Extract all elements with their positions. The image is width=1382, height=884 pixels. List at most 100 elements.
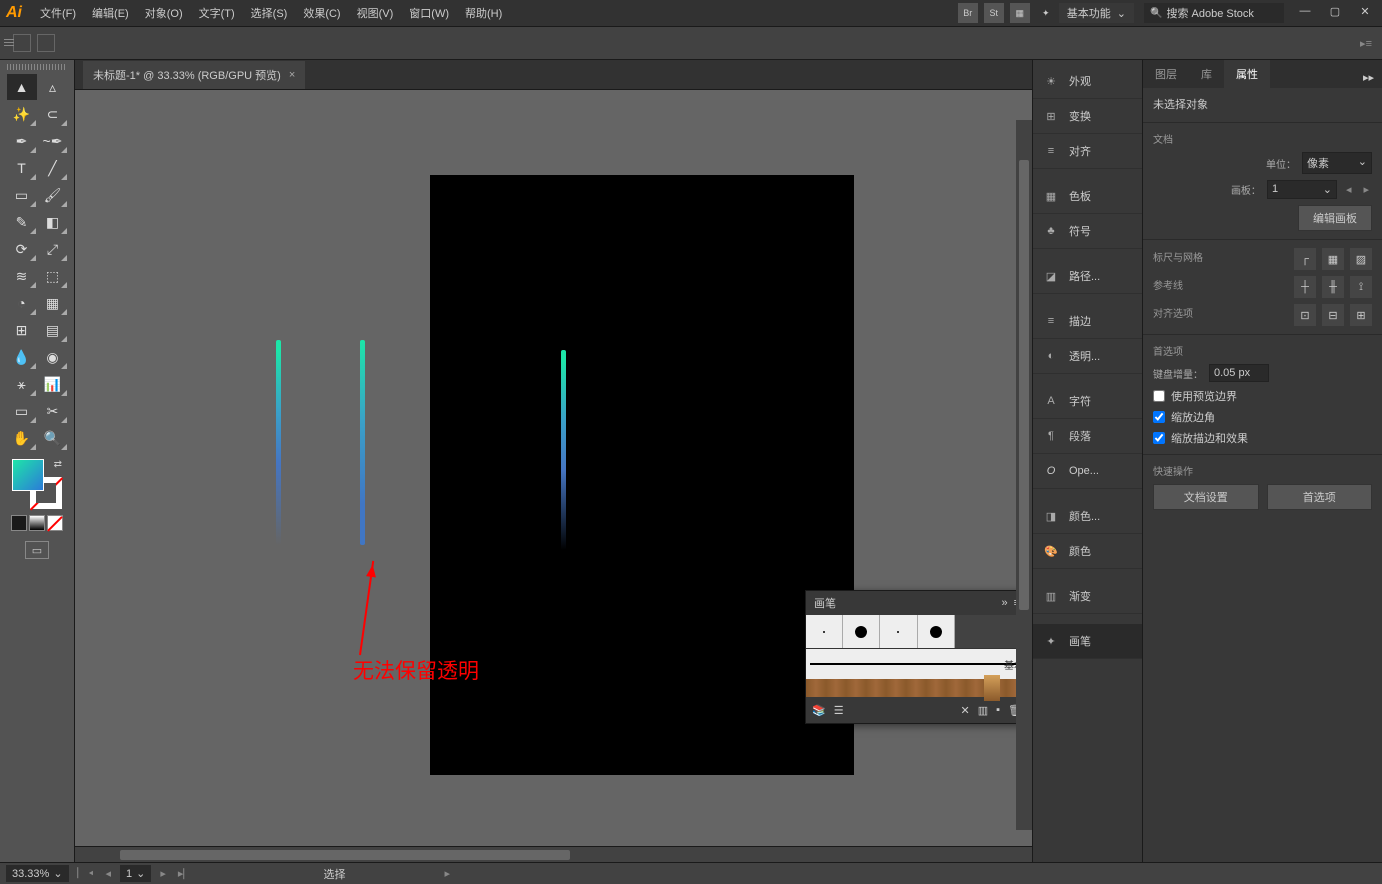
slice-tool[interactable]: ✂ [38,398,68,424]
status-play-icon[interactable]: ▸ [441,867,453,880]
brush-tip-2[interactable] [843,615,880,648]
brushes-panel[interactable]: 画笔 » ≡ 基本 📚 [805,590,1029,724]
close-button[interactable]: ✕ [1354,5,1376,21]
dock-colorguide[interactable]: ◨颜色... [1033,499,1142,534]
vertical-scrollbar[interactable] [1016,120,1032,830]
selection-tool[interactable]: ▲ [7,74,37,100]
collapse-panels-icon[interactable]: ▸▸ [1355,67,1382,88]
artboard-prev-icon[interactable]: ◂ [1343,183,1355,196]
eyedropper-tool[interactable]: 💧 [7,344,37,370]
free-transform-tool[interactable]: ⬚ [38,263,68,289]
screen-mode-button[interactable]: ▭ [25,541,49,559]
paintbrush-tool[interactable]: 🖌 [38,182,68,208]
width-tool[interactable]: ≋ [7,263,37,289]
shape-builder-tool[interactable]: ◔ [7,290,37,316]
menu-type[interactable]: 文字(T) [193,1,241,25]
panel-expand-icon[interactable]: » [1001,597,1007,609]
dock-gradient[interactable]: ▥渐变 [1033,579,1142,614]
menu-effect[interactable]: 效果(C) [297,1,346,25]
workspace-switcher[interactable]: 基本功能 [1059,3,1134,23]
scale-tool[interactable]: ⤢ [38,236,68,262]
line-tool[interactable]: ╱ [38,155,68,181]
brush-tip-3[interactable] [880,615,917,648]
drag-handle-icon[interactable] [4,39,14,47]
brush-tip-1[interactable] [806,615,843,648]
horizontal-scrollbar[interactable] [75,846,1032,862]
rectangle-tool[interactable]: ▭ [7,182,37,208]
direct-selection-tool[interactable]: ▵ [38,74,68,100]
menu-edit[interactable]: 编辑(E) [86,1,135,25]
dock-align[interactable]: ≡对齐 [1033,134,1142,169]
hand-tool[interactable]: ✋ [7,425,37,451]
perspective-tool[interactable]: ▦ [38,290,68,316]
dock-transparency[interactable]: ◐透明... [1033,339,1142,374]
document-tab[interactable]: 未标题-1* @ 33.33% (RGB/GPU 预览) × [83,61,305,89]
dock-brushes[interactable]: ✦画笔 [1033,624,1142,659]
menu-help[interactable]: 帮助(H) [459,1,508,25]
menu-select[interactable]: 选择(S) [245,1,294,25]
minimize-button[interactable]: — [1294,5,1316,21]
artboard-select[interactable]: 1 [1267,180,1337,199]
show-guides-icon[interactable]: ┼ [1294,276,1316,298]
ruler-icon[interactable]: ┌ [1294,248,1316,270]
remove-stroke-icon[interactable]: ✕ [961,704,970,717]
blend-tool[interactable]: ◉ [38,344,68,370]
dock-opentype[interactable]: OOpe... [1033,454,1142,489]
arrange-icon[interactable]: ▦ [1010,3,1030,23]
edit-artboards-button[interactable]: 编辑画板 [1298,205,1372,231]
mesh-tool[interactable]: ⊞ [7,317,37,343]
rotate-tool[interactable]: ⟳ [7,236,37,262]
snap-pixel-icon[interactable]: ⊡ [1294,304,1316,326]
grid-icon[interactable]: ▦ [1322,248,1344,270]
dock-symbols[interactable]: ♣符号 [1033,214,1142,249]
stock-icon[interactable]: St [984,3,1004,23]
dock-swatches[interactable]: ▦色板 [1033,179,1142,214]
artboard-tool[interactable]: ▭ [7,398,37,424]
nav-last-icon[interactable]: ▸⎸ [175,867,198,881]
gradient-color-icon[interactable] [29,515,45,531]
transparency-grid-icon[interactable]: ▨ [1350,248,1372,270]
nav-next-icon[interactable]: ▸ [157,867,169,880]
pen-tool[interactable]: ✒ [7,128,37,154]
snap-point-icon[interactable]: ⊟ [1322,304,1344,326]
lasso-tool[interactable]: ⊂ [38,101,68,127]
gpu-icon[interactable]: ✦ [1036,3,1056,23]
tab-layers[interactable]: 图层 [1143,60,1189,88]
stroke-indicator[interactable] [37,34,55,52]
gradient-tool[interactable]: ▤ [38,317,68,343]
smart-guides-icon[interactable]: ⟟ [1350,276,1372,298]
new-brush-icon[interactable]: ▪ [996,704,1000,717]
use-preview-checkbox[interactable] [1153,390,1165,402]
lock-guides-icon[interactable]: ╫ [1322,276,1344,298]
menu-view[interactable]: 视图(V) [351,1,400,25]
none-color-icon[interactable] [47,515,63,531]
menu-file[interactable]: 文件(F) [34,1,82,25]
brushes-panel-header[interactable]: 画笔 » ≡ [806,591,1028,615]
symbol-sprayer-tool[interactable]: ⚹ [7,371,37,397]
graph-tool[interactable]: 📊 [38,371,68,397]
brush-libraries-menu-icon[interactable]: ☰ [834,704,844,717]
document-setup-button[interactable]: 文档设置 [1153,484,1259,510]
dock-appearance[interactable]: ☀外观 [1033,64,1142,99]
eraser-tool[interactable]: ◧ [38,209,68,235]
canvas[interactable]: 无法保留透明 画笔 » ≡ 基本 [75,90,1032,846]
snap-grid-icon[interactable]: ⊞ [1350,304,1372,326]
artboard-nav-select[interactable]: 1⌄ [120,865,151,882]
nav-prev-icon[interactable]: ◂ [103,867,115,880]
search-input[interactable]: 搜索 Adobe Stock [1144,3,1284,23]
magic-wand-tool[interactable]: ✨ [7,101,37,127]
dock-character[interactable]: A字符 [1033,384,1142,419]
fill-swatch[interactable] [12,459,44,491]
artboard-next-icon[interactable]: ▸ [1360,183,1372,196]
dock-paragraph[interactable]: ¶段落 [1033,419,1142,454]
menu-window[interactable]: 窗口(W) [403,1,455,25]
bridge-icon[interactable]: Br [958,3,978,23]
zoom-select[interactable]: 33.33%⌄ [6,865,69,882]
brush-options-icon[interactable]: ▥ [978,704,988,717]
preferences-button[interactable]: 首选项 [1267,484,1373,510]
key-increment-input[interactable] [1209,364,1269,382]
dock-stroke[interactable]: ≡描边 [1033,304,1142,339]
fill-indicator[interactable] [13,34,31,52]
scale-corners-checkbox[interactable] [1153,411,1165,423]
type-tool[interactable]: T [7,155,37,181]
